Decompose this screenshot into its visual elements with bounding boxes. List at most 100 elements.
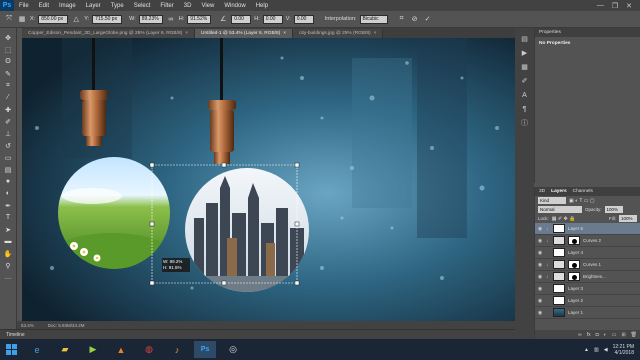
- tab-untitled-1[interactable]: Untitled-1 @ 53.4% (Layer 6, RGB/8) ×: [195, 29, 294, 38]
- visibility-eye-icon[interactable]: ◉: [537, 298, 543, 304]
- volume-icon[interactable]: ◀: [604, 347, 608, 353]
- lasso-tool-icon[interactable]: ʘ: [2, 56, 14, 67]
- obs-icon[interactable]: ◎: [222, 341, 244, 358]
- file-explorer-icon[interactable]: ▰: [54, 341, 76, 358]
- layer-name[interactable]: Curves 1: [583, 262, 601, 267]
- eyedropper-tool-icon[interactable]: ⁄: [2, 92, 14, 103]
- filter-icons[interactable]: ▣ ◐ T ▭ ▢: [569, 198, 595, 204]
- layer-name[interactable]: Brightnes...: [583, 274, 606, 279]
- menu-select[interactable]: Select: [129, 3, 156, 9]
- layer-name[interactable]: Layer 6: [568, 226, 583, 231]
- layer-row-layer-1[interactable]: ◉ Layer 1: [535, 307, 640, 319]
- menu-window[interactable]: Window: [219, 3, 250, 9]
- stamp-tool-icon[interactable]: ⊥: [2, 128, 14, 139]
- fill-field[interactable]: 100%: [619, 215, 637, 222]
- blur-tool-icon[interactable]: ●: [2, 176, 14, 187]
- marquee-tool-icon[interactable]: ⬚: [2, 44, 14, 55]
- menu-edit[interactable]: Edit: [34, 3, 54, 9]
- reference-point-icon[interactable]: ▦: [17, 14, 27, 24]
- move-tool-icon[interactable]: ✥: [2, 32, 14, 43]
- visibility-eye-icon[interactable]: ◉: [537, 286, 543, 292]
- tab-city-buildings[interactable]: city-buildings.jpg @ 25% (RGB/8) ×: [293, 29, 384, 38]
- quick-select-tool-icon[interactable]: ✎: [2, 68, 14, 79]
- shape-tool-icon[interactable]: ▬: [2, 236, 14, 247]
- close-icon[interactable]: ✕: [626, 2, 632, 10]
- tray-arrow-icon[interactable]: ▲: [584, 347, 589, 353]
- zoom-readout[interactable]: 53.4%: [21, 323, 34, 328]
- layer-name[interactable]: Layer 4: [568, 250, 583, 255]
- dodge-tool-icon[interactable]: ◐: [2, 188, 14, 199]
- close-tab-icon[interactable]: ×: [374, 31, 377, 36]
- close-tab-icon[interactable]: ×: [283, 31, 286, 36]
- clock[interactable]: 12:21 PM 4/1/2018: [613, 344, 634, 356]
- menu-3d[interactable]: 3D: [179, 3, 197, 9]
- width-field[interactable]: 89.23%: [138, 14, 163, 24]
- new-layer-icon[interactable]: ⊞: [621, 332, 625, 338]
- menu-type[interactable]: Type: [106, 3, 129, 9]
- menu-file[interactable]: File: [14, 3, 34, 9]
- music-app-icon[interactable]: ♪: [166, 341, 188, 358]
- info-panel-icon[interactable]: ⓘ: [519, 118, 530, 128]
- menu-layer[interactable]: Layer: [81, 3, 106, 9]
- angle-field[interactable]: 0.00: [231, 14, 252, 24]
- healing-tool-icon[interactable]: ✚: [2, 104, 14, 115]
- ie-app-icon[interactable]: e: [26, 341, 48, 358]
- gradient-tool-icon[interactable]: ▤: [2, 164, 14, 175]
- eraser-tool-icon[interactable]: ▭: [2, 152, 14, 163]
- hskew-field[interactable]: 0.00: [262, 14, 283, 24]
- layer-row-layer-4[interactable]: ◉ Layer 4: [535, 247, 640, 259]
- media-player-icon[interactable]: ▶: [82, 341, 104, 358]
- character-panel-icon[interactable]: A: [519, 90, 530, 100]
- cancel-transform-icon[interactable]: ⊘: [410, 14, 420, 24]
- menu-help[interactable]: Help: [251, 3, 273, 9]
- vlc-icon[interactable]: ▲: [110, 341, 132, 358]
- path-select-tool-icon[interactable]: ➤: [2, 224, 14, 235]
- layer-row-curves-2[interactable]: ◉ ↓ Curves 2: [535, 235, 640, 247]
- blend-mode-select[interactable]: Normal: [538, 206, 582, 213]
- swatches-panel-icon[interactable]: ▦: [519, 62, 530, 72]
- close-tab-icon[interactable]: ×: [185, 31, 188, 36]
- fx-icon[interactable]: fx: [587, 332, 591, 338]
- link-icon[interactable]: ∞: [166, 14, 176, 24]
- properties-tab-label[interactable]: Properties: [539, 30, 561, 35]
- timeline-label[interactable]: Timeline: [6, 332, 25, 338]
- restore-icon[interactable]: ❐: [612, 2, 618, 10]
- chrome-icon[interactable]: ◍: [138, 341, 160, 358]
- commit-transform-icon[interactable]: ✓: [423, 14, 433, 24]
- visibility-eye-icon[interactable]: ◉: [537, 238, 543, 244]
- layer-name[interactable]: Layer 2: [568, 298, 583, 303]
- delta-icon[interactable]: △: [71, 14, 81, 24]
- kind-filter-select[interactable]: Kind: [538, 197, 566, 204]
- layer-name[interactable]: Layer 3: [568, 286, 583, 291]
- lock-icons[interactable]: ▦ ✐ ✥ 🔒: [552, 216, 576, 222]
- layer-row-layer-2[interactable]: ◉ Layer 2: [535, 295, 640, 307]
- tab-3d[interactable]: 3D: [539, 189, 545, 194]
- more-tools-icon[interactable]: …: [2, 272, 14, 283]
- brush-tool-icon[interactable]: ✐: [2, 116, 14, 127]
- menu-image[interactable]: Image: [54, 3, 81, 9]
- height-field[interactable]: 91.52%: [187, 14, 212, 24]
- visibility-eye-icon[interactable]: ◉: [537, 310, 543, 316]
- tab-copper-pendant[interactable]: Copper_Edison_Pendant_3D_LargeGlobe.png …: [22, 29, 196, 38]
- interpolation-select[interactable]: Bicubic: [359, 14, 388, 24]
- layer-row-curves-1[interactable]: ◉ ↓ Curves 1: [535, 259, 640, 271]
- layer-name[interactable]: Curves 2: [583, 238, 601, 243]
- start-button-icon[interactable]: [4, 342, 20, 358]
- new-group-icon[interactable]: ▭: [612, 332, 617, 338]
- paragraph-panel-icon[interactable]: ¶: [519, 104, 530, 114]
- network-icon[interactable]: ▥: [594, 347, 599, 353]
- tab-layers[interactable]: Layers: [551, 189, 566, 194]
- transform-tool-icon[interactable]: ⤧: [4, 14, 14, 24]
- visibility-eye-icon[interactable]: ◉: [537, 262, 543, 268]
- layer-row-layer-3[interactable]: ◉ Layer 3: [535, 283, 640, 295]
- photoshop-taskbar-icon[interactable]: Ps: [194, 341, 216, 358]
- minimize-icon[interactable]: —: [597, 2, 604, 10]
- y-field[interactable]: 715.50 px: [92, 14, 123, 24]
- opacity-field[interactable]: 100%: [604, 206, 623, 213]
- delete-layer-icon[interactable]: 🗑: [631, 332, 637, 338]
- brush-panel-icon[interactable]: ✐: [519, 76, 530, 86]
- layer-row-layer-6[interactable]: ◉ ↓ Layer 6: [535, 223, 640, 235]
- adjustment-layer-icon[interactable]: ◐: [604, 332, 607, 338]
- history-brush-icon[interactable]: ↺: [2, 140, 14, 151]
- warp-icon[interactable]: ⌗: [397, 14, 407, 24]
